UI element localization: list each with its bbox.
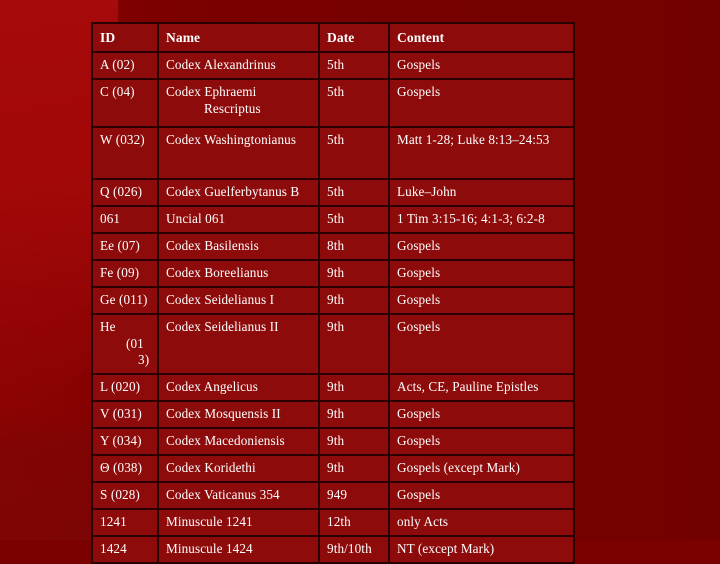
table-row: Y (034) Codex Macedoniensis 9th Gospels <box>91 427 575 456</box>
cell-date: 5th <box>318 205 390 234</box>
cell-name: Codex Washingtonianus <box>157 126 320 181</box>
cell-id: 061 <box>91 205 159 234</box>
cell-id: W (032) <box>91 126 159 181</box>
cell-name: Codex Macedoniensis <box>157 427 320 456</box>
cell-date: 9th <box>318 373 390 403</box>
table-header-row: ID Name Date Content <box>91 21 575 54</box>
cell-name: Codex Koridethi <box>157 453 320 483</box>
cell-id: Ge (011) <box>91 285 159 315</box>
column-header-id: ID <box>91 21 159 54</box>
cell-id: L (020) <box>91 373 159 403</box>
table-row: Ee (07) Codex Basilensis 8th Gospels <box>91 231 575 261</box>
cell-name: Codex Ephraemi Rescriptus <box>157 78 320 129</box>
cell-id-line1: He <box>100 318 116 334</box>
cell-content: Gospels <box>388 400 575 430</box>
cell-id: V (031) <box>91 400 159 430</box>
cell-name: Codex Guelferbytanus B <box>157 178 320 208</box>
cell-date: 9th <box>318 400 390 430</box>
cell-content: Gospels <box>388 258 575 288</box>
cell-id: He (01 3) <box>91 312 159 376</box>
table-row: L (020) Codex Angelicus 9th Acts, CE, Pa… <box>91 373 575 403</box>
cell-name: Codex Seidelianus I <box>157 285 320 315</box>
cell-content: Gospels <box>388 285 575 315</box>
column-header-date: Date <box>318 21 390 54</box>
cell-date: 9th <box>318 258 390 288</box>
cell-content: Acts, CE, Pauline Epistles <box>388 373 575 403</box>
cell-id: Q (026) <box>91 178 159 208</box>
cell-date: 8th <box>318 231 390 261</box>
cell-date: 9th <box>318 285 390 315</box>
cell-name: Codex Mosquensis II <box>157 400 320 430</box>
cell-name: Codex Seidelianus II <box>157 312 320 376</box>
table-row: Q (026) Codex Guelferbytanus B 5th Luke–… <box>91 178 575 208</box>
cell-id: Y (034) <box>91 427 159 456</box>
cell-name: Codex Vaticanus 354 <box>157 480 320 510</box>
cell-name: Codex Angelicus <box>157 373 320 403</box>
cell-id-line3: 3) <box>138 352 150 368</box>
cell-name-line2: Rescriptus <box>204 101 261 117</box>
cell-date: 9th <box>318 453 390 483</box>
table-row: A (02) Codex Alexandrinus 5th Gospels <box>91 51 575 81</box>
cell-name-line1: Codex Ephraemi <box>166 84 257 100</box>
background-shadow-band <box>0 0 92 540</box>
cell-content: Gospels <box>388 231 575 261</box>
table-row: W (032) Codex Washingtonianus 5th Matt 1… <box>91 126 575 181</box>
cell-id: Θ (038) <box>91 453 159 483</box>
cell-date: 12th <box>318 507 390 537</box>
cell-date: 5th <box>318 78 390 129</box>
manuscript-table: ID Name Date Content A (02) Codex Alexan… <box>91 21 575 564</box>
cell-id: C (04) <box>91 78 159 129</box>
cell-date: 5th <box>318 178 390 208</box>
cell-date: 949 <box>318 480 390 510</box>
cell-date: 5th <box>318 126 390 181</box>
manuscript-table-container: ID Name Date Content A (02) Codex Alexan… <box>91 21 575 564</box>
cell-date: 9th <box>318 312 390 376</box>
cell-date: 9th <box>318 427 390 456</box>
cell-content: Matt 1-28; Luke 8:13–24:53 <box>388 126 575 181</box>
cell-name: Minuscule 1241 <box>157 507 320 537</box>
cell-content: Gospels <box>388 312 575 376</box>
cell-date: 5th <box>318 51 390 81</box>
cell-name: Codex Boreelianus <box>157 258 320 288</box>
cell-content: Gospels <box>388 480 575 510</box>
table-row: C (04) Codex Ephraemi Rescriptus 5th Gosp… <box>91 78 575 129</box>
table-row: 1241 Minuscule 1241 12th only Acts <box>91 507 575 537</box>
table-row: S (028) Codex Vaticanus 354 949 Gospels <box>91 480 575 510</box>
cell-content: Gospels <box>388 51 575 81</box>
column-header-content: Content <box>388 21 575 54</box>
cell-id: A (02) <box>91 51 159 81</box>
table-row: V (031) Codex Mosquensis II 9th Gospels <box>91 400 575 430</box>
cell-name: Codex Basilensis <box>157 231 320 261</box>
cell-id: S (028) <box>91 480 159 510</box>
cell-content: Gospels <box>388 427 575 456</box>
cell-content: only Acts <box>388 507 575 537</box>
cell-content: Luke–John <box>388 178 575 208</box>
cell-id-line2: (01 <box>126 335 144 351</box>
table-row: 061 Uncial 061 5th 1 Tim 3:15-16; 4:1-3;… <box>91 205 575 234</box>
table-row: He (01 3) Codex Seidelianus II 9th Gospels <box>91 312 575 376</box>
table-row: Fe (09) Codex Boreelianus 9th Gospels <box>91 258 575 288</box>
cell-id: Ee (07) <box>91 231 159 261</box>
cell-id: Fe (09) <box>91 258 159 288</box>
column-header-name: Name <box>157 21 320 54</box>
table-row: Θ (038) Codex Koridethi 9th Gospels (exc… <box>91 453 575 483</box>
cell-content: 1 Tim 3:15-16; 4:1-3; 6:2-8 <box>388 205 575 234</box>
cell-content: Gospels <box>388 78 575 129</box>
cell-name: Uncial 061 <box>157 205 320 234</box>
cell-content: Gospels (except Mark) <box>388 453 575 483</box>
cell-name: Codex Alexandrinus <box>157 51 320 81</box>
table-row: Ge (011) Codex Seidelianus I 9th Gospels <box>91 285 575 315</box>
cell-id: 1241 <box>91 507 159 537</box>
